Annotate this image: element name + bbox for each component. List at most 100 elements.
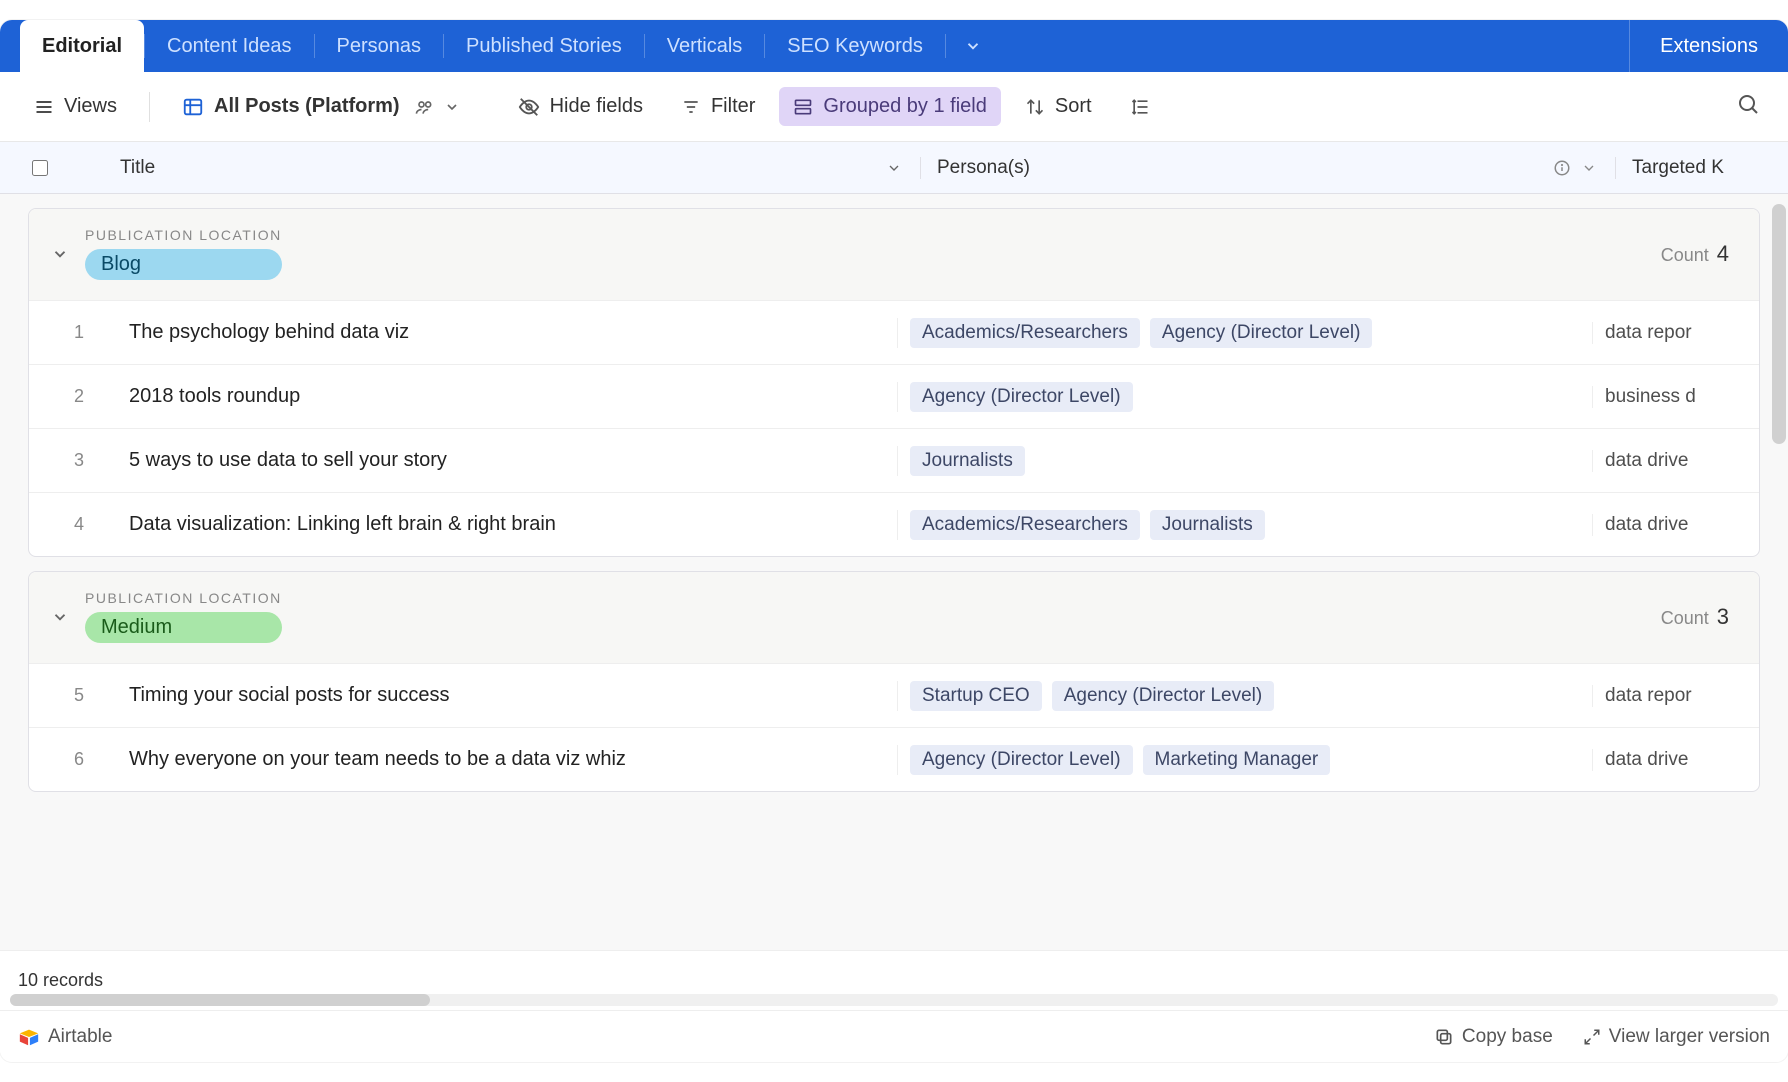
chevron-down-icon[interactable] <box>51 608 69 626</box>
filter-button[interactable]: Filter <box>667 87 769 126</box>
cell-personas[interactable]: Journalists <box>897 446 1592 476</box>
cell-title[interactable]: 5 ways to use data to sell your story <box>129 449 897 472</box>
tab-verticals[interactable]: Verticals <box>645 20 765 72</box>
copy-icon <box>1434 1027 1454 1047</box>
row-number: 4 <box>29 514 129 535</box>
persona-tag[interactable]: Academics/Researchers <box>910 318 1140 348</box>
view-larger-button[interactable]: View larger version <box>1583 1026 1770 1048</box>
copy-base-button[interactable]: Copy base <box>1434 1026 1553 1048</box>
tabs-overflow-button[interactable] <box>946 20 1000 72</box>
column-personas-label: Persona(s) <box>937 157 1030 179</box>
tab-personas[interactable]: Personas <box>315 20 444 72</box>
cell-title[interactable]: 2018 tools roundup <box>129 385 897 408</box>
persona-tag[interactable]: Agency (Director Level) <box>910 382 1133 412</box>
cell-title[interactable]: Why everyone on your team needs to be a … <box>129 748 897 771</box>
cell-keywords[interactable]: data drive <box>1592 749 1759 771</box>
group-meta: PUBLICATION LOCATION Medium <box>85 590 282 643</box>
table-row[interactable]: 22018 tools roundup Agency (Director Leve… <box>29 364 1759 428</box>
column-header-title[interactable]: Title <box>80 157 920 179</box>
cell-personas[interactable]: Academics/Researchers Journalists <box>897 510 1592 540</box>
persona-tag[interactable]: Journalists <box>910 446 1025 476</box>
cell-keywords[interactable]: data repor <box>1592 322 1759 344</box>
chevron-down-icon[interactable] <box>1581 159 1597 177</box>
group-field-label: PUBLICATION LOCATION <box>85 590 282 606</box>
view-name: All Posts (Platform) <box>214 95 400 118</box>
cell-title[interactable]: Data visualization: Linking left brain &… <box>129 513 897 536</box>
cell-personas[interactable]: Agency (Director Level) Marketing Manager <box>897 745 1592 775</box>
expand-icon <box>1583 1028 1601 1046</box>
persona-tag[interactable]: Journalists <box>1150 510 1265 540</box>
row-number: 1 <box>29 322 129 343</box>
eye-off-icon <box>518 96 540 118</box>
cell-personas[interactable]: Startup CEO Agency (Director Level) <box>897 681 1592 711</box>
table-tabbar: Editorial Content Ideas PersonasPublished … <box>0 20 1788 72</box>
vertical-scrollbar[interactable] <box>1772 204 1786 444</box>
column-header-keywords[interactable]: Targeted K <box>1615 157 1788 179</box>
group-count: Count 4 <box>1661 241 1737 267</box>
table-row[interactable]: 5Timing your social posts for successSta… <box>29 663 1759 727</box>
menu-icon <box>34 97 54 117</box>
extensions-label: Extensions <box>1660 35 1758 58</box>
cell-keywords[interactable]: business d <box>1592 386 1759 408</box>
chevron-down-icon[interactable] <box>886 160 902 176</box>
info-icon[interactable] <box>1553 159 1571 177</box>
share-icon <box>414 97 434 117</box>
table-row[interactable]: 4Data visualization: Linking left brain … <box>29 492 1759 556</box>
column-keywords-label: Targeted K <box>1632 157 1724 179</box>
sort-icon <box>1025 97 1045 117</box>
persona-tag[interactable]: Agency (Director Level) <box>910 745 1133 775</box>
tab-seo-keywords[interactable]: SEO Keywords <box>765 20 945 72</box>
tab-content-ideas[interactable]: Content Ideas <box>145 20 314 72</box>
horizontal-scrollbar-track[interactable] <box>10 994 1778 1006</box>
cell-keywords[interactable]: data repor <box>1592 685 1759 707</box>
row-number: 5 <box>29 685 129 706</box>
group-label: Grouped by 1 field <box>823 95 986 118</box>
tab-published-stories[interactable]: Published Stories <box>444 20 644 72</box>
table-row[interactable]: 35 ways to use data to sell your storyJo… <box>29 428 1759 492</box>
cell-keywords[interactable]: data drive <box>1592 450 1759 472</box>
brand-label: Airtable <box>48 1026 112 1048</box>
select-all-checkbox[interactable] <box>32 160 48 176</box>
cell-personas[interactable]: Academics/Researchers Agency (Director Le… <box>897 318 1592 348</box>
column-header-personas[interactable]: Persona(s) <box>920 157 1615 179</box>
table-row[interactable]: 6Why everyone on your team needs to be a… <box>29 727 1759 791</box>
view-larger-label: View larger version <box>1609 1026 1770 1048</box>
cell-title[interactable]: Timing your social posts for success <box>129 684 897 707</box>
row-height-button[interactable] <box>1116 89 1164 125</box>
sort-label: Sort <box>1055 95 1092 118</box>
persona-tag[interactable]: Agency (Director Level) <box>1052 681 1275 711</box>
grid-icon <box>182 96 204 118</box>
tab-label: Verticals <box>667 35 743 58</box>
airtable-logo[interactable]: Airtable <box>18 1026 112 1048</box>
group-count: Count 3 <box>1661 604 1737 630</box>
horizontal-scrollbar-thumb[interactable] <box>10 994 430 1006</box>
views-button[interactable]: Views <box>20 87 131 126</box>
cell-title[interactable]: The psychology behind data viz <box>129 321 897 344</box>
group-meta: PUBLICATION LOCATIONBlog <box>85 227 282 280</box>
persona-tag[interactable]: Agency (Director Level) <box>1150 318 1373 348</box>
persona-tag[interactable]: Startup CEO <box>910 681 1042 711</box>
group-header[interactable]: PUBLICATION LOCATION Medium Count 3 <box>29 572 1759 663</box>
row-number: 2 <box>29 386 129 407</box>
tab-editorial[interactable]: Editorial <box>20 20 144 72</box>
sort-button[interactable]: Sort <box>1011 87 1106 126</box>
group-header[interactable]: PUBLICATION LOCATIONBlog Count 4 <box>29 209 1759 300</box>
chevron-down-icon[interactable] <box>51 245 69 263</box>
hide-fields-button[interactable]: Hide fields <box>504 87 657 126</box>
tab-label: Editorial <box>42 35 122 58</box>
persona-tag[interactable]: Marketing Manager <box>1143 745 1331 775</box>
count-value: 3 <box>1717 604 1729 630</box>
extensions-button[interactable]: Extensions <box>1629 20 1788 72</box>
persona-tag[interactable]: Academics/Researchers <box>910 510 1140 540</box>
row-height-icon <box>1130 97 1150 117</box>
view-selector[interactable]: All Posts (Platform) <box>168 87 474 126</box>
cell-keywords[interactable]: data drive <box>1592 514 1759 536</box>
group-value-pill: Medium <box>85 612 282 643</box>
select-all-cell[interactable] <box>0 160 80 176</box>
cell-personas[interactable]: Agency (Director Level) <box>897 382 1592 412</box>
tab-label: Content Ideas <box>167 35 292 58</box>
search-button[interactable] <box>1728 84 1768 129</box>
table-row[interactable]: 1The psychology behind data vizAcademics… <box>29 300 1759 364</box>
filter-icon <box>681 97 701 117</box>
group-button[interactable]: Grouped by 1 field <box>779 87 1000 126</box>
